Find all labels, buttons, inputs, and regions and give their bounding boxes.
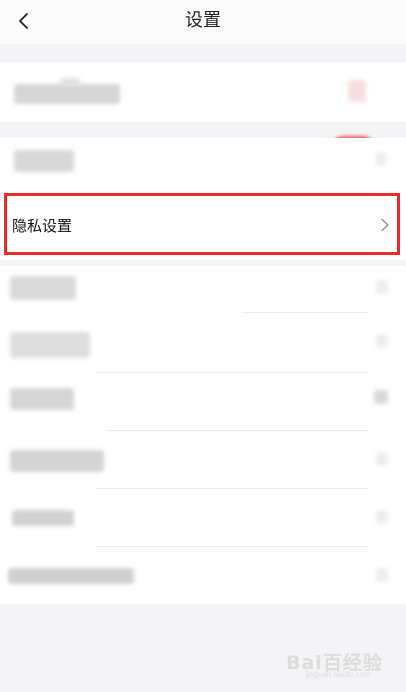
highlight-box [4,193,400,255]
watermark-url: jingyan.baidu.com [306,670,371,679]
row-divider [96,546,368,547]
settings-group-account [0,62,406,168]
blurred-label [10,276,76,300]
blurred-chevron [376,510,388,524]
row-divider [96,372,368,373]
page-title: 设置 [185,10,221,31]
blurred-label [10,388,74,410]
settings-group-other [0,266,406,604]
blurred-label [10,332,90,358]
blurred-label [12,510,74,526]
baidu-jingyan-watermark: Bai百经验 jingyan.baidu.com [286,640,398,680]
blurred-label [14,84,120,104]
blurred-chevron [376,452,388,466]
blurred-label [10,450,104,472]
blurred-label [14,150,74,172]
blurred-label-fragment [60,78,80,86]
blurred-chevron [376,568,388,582]
row-divider [96,488,368,489]
toggle-knob [348,80,366,102]
blurred-label [8,568,134,584]
row-divider [242,312,368,313]
blurred-chevron [376,334,388,348]
row-divider [106,430,368,431]
navigation-bar: 设置 [0,0,406,44]
blurred-chevron [374,390,388,404]
blurred-chevron [376,152,386,166]
blurred-chevron [376,280,388,294]
